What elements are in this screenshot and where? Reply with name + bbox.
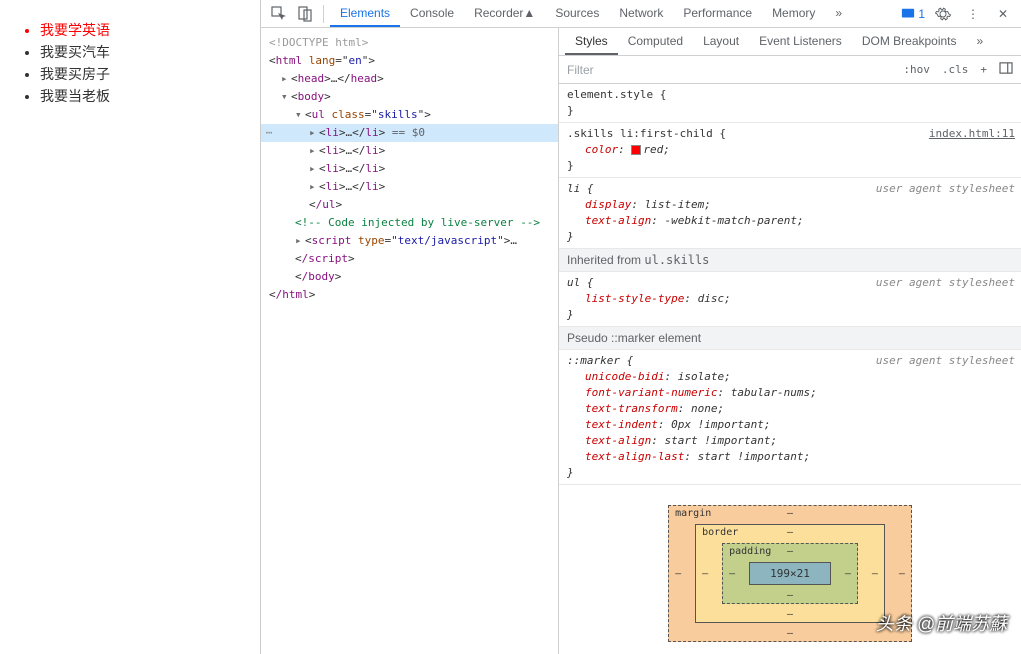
styles-filter-input[interactable]	[561, 56, 897, 83]
devtools-panel: Elements Console Recorder ▲ Sources Netw…	[260, 0, 1021, 654]
hov-toggle[interactable]: :hov	[897, 63, 936, 76]
webpage-viewport: 我要学英语 我要买汽车 我要买房子 我要当老板	[0, 0, 260, 654]
devtools-main-tabs: Elements Console Recorder ▲ Sources Netw…	[330, 0, 899, 27]
source-link[interactable]: index.html:11	[929, 126, 1015, 142]
device-toggle-icon[interactable]	[293, 2, 317, 26]
dom-line[interactable]: ▸<li>…</li>	[261, 160, 558, 178]
tab-console[interactable]: Console	[400, 0, 464, 27]
rule-li-ua[interactable]: user agent stylesheet li { display: list…	[559, 178, 1021, 249]
dom-line[interactable]: <!DOCTYPE html>	[261, 34, 558, 52]
dom-line[interactable]: ▸<li>…</li>	[261, 142, 558, 160]
devtools-toolbar-right: 1 ⋮ ✕	[901, 2, 1015, 26]
inspect-icon[interactable]	[267, 2, 291, 26]
tab-memory[interactable]: Memory	[762, 0, 825, 27]
box-border: border –––– padding –––– 199×21	[695, 524, 885, 623]
dom-line[interactable]: </script>	[261, 250, 558, 268]
list-item: 我要学英语	[40, 20, 240, 41]
styles-filter-bar: :hov .cls +	[559, 56, 1021, 84]
more-tabs-icon[interactable]: »	[825, 0, 852, 27]
box-margin: margin –––– border –––– padding –––– 199…	[668, 505, 912, 642]
dom-line[interactable]: </html>	[261, 286, 558, 304]
dom-line[interactable]: </ul>	[261, 196, 558, 214]
pseudo-header: Pseudo ::marker element	[559, 327, 1021, 350]
close-icon[interactable]: ✕	[991, 2, 1015, 26]
dom-line[interactable]: ▸<li>…</li>	[261, 178, 558, 196]
box-content: 199×21	[749, 562, 831, 585]
styles-panel: Styles Computed Layout Event Listeners D…	[559, 28, 1021, 654]
tab-styles[interactable]: Styles	[565, 28, 618, 55]
dom-line[interactable]: <html lang="en">	[261, 52, 558, 70]
box-padding: padding –––– 199×21	[722, 543, 858, 604]
more-tabs-icon[interactable]: »	[967, 28, 994, 55]
list-item: 我要当老板	[40, 86, 240, 107]
dom-line[interactable]: ▸<script type="text/javascript">…	[261, 232, 558, 250]
list-item: 我要买房子	[40, 64, 240, 85]
rule-marker-ua[interactable]: user agent stylesheet ::marker { unicode…	[559, 350, 1021, 485]
tab-layout[interactable]: Layout	[693, 28, 749, 55]
rule-skills-first-child[interactable]: index.html:11 .skills li:first-child { c…	[559, 123, 1021, 178]
tab-performance[interactable]: Performance	[673, 0, 762, 27]
box-model-diagram[interactable]: margin –––– border –––– padding –––– 199…	[559, 485, 1021, 654]
inherited-header: Inherited from ul.skills	[559, 249, 1021, 272]
rule-element-style[interactable]: element.style {}	[559, 84, 1021, 123]
devtools-toolbar: Elements Console Recorder ▲ Sources Netw…	[261, 0, 1021, 28]
gear-icon[interactable]	[931, 2, 955, 26]
tab-recorder[interactable]: Recorder ▲	[464, 0, 545, 27]
rule-ul-ua[interactable]: user agent stylesheet ul { list-style-ty…	[559, 272, 1021, 327]
tab-computed[interactable]: Computed	[618, 28, 693, 55]
tab-event-listeners[interactable]: Event Listeners	[749, 28, 852, 55]
styles-rules[interactable]: element.style {} index.html:11 .skills l…	[559, 84, 1021, 654]
styles-tabs: Styles Computed Layout Event Listeners D…	[559, 28, 1021, 56]
dom-line-selected[interactable]: ⋯▸<li>…</li> == $0	[261, 124, 558, 142]
separator	[323, 5, 324, 23]
new-rule-icon[interactable]: +	[974, 63, 993, 76]
tab-network[interactable]: Network	[609, 0, 673, 27]
kebab-icon[interactable]: ⋮	[961, 2, 985, 26]
elements-tree[interactable]: <!DOCTYPE html> <html lang="en"> ▸<head>…	[261, 28, 559, 654]
dom-line[interactable]: ▾<ul class="skills">	[261, 106, 558, 124]
toggle-rendering-icon[interactable]	[993, 62, 1019, 77]
issues-badge[interactable]: 1	[901, 7, 925, 21]
skills-list: 我要学英语 我要买汽车 我要买房子 我要当老板	[40, 20, 240, 107]
tab-elements[interactable]: Elements	[330, 0, 400, 27]
color-swatch[interactable]	[631, 145, 641, 155]
dom-line[interactable]: ▾<body>	[261, 88, 558, 106]
dom-line[interactable]: </body>	[261, 268, 558, 286]
dom-line[interactable]: ▸<head>…</head>	[261, 70, 558, 88]
tab-sources[interactable]: Sources	[545, 0, 609, 27]
list-item: 我要买汽车	[40, 42, 240, 63]
cls-toggle[interactable]: .cls	[936, 63, 975, 76]
dom-line[interactable]: <!-- Code injected by live-server -->	[261, 214, 558, 232]
tab-dom-breakpoints[interactable]: DOM Breakpoints	[852, 28, 967, 55]
